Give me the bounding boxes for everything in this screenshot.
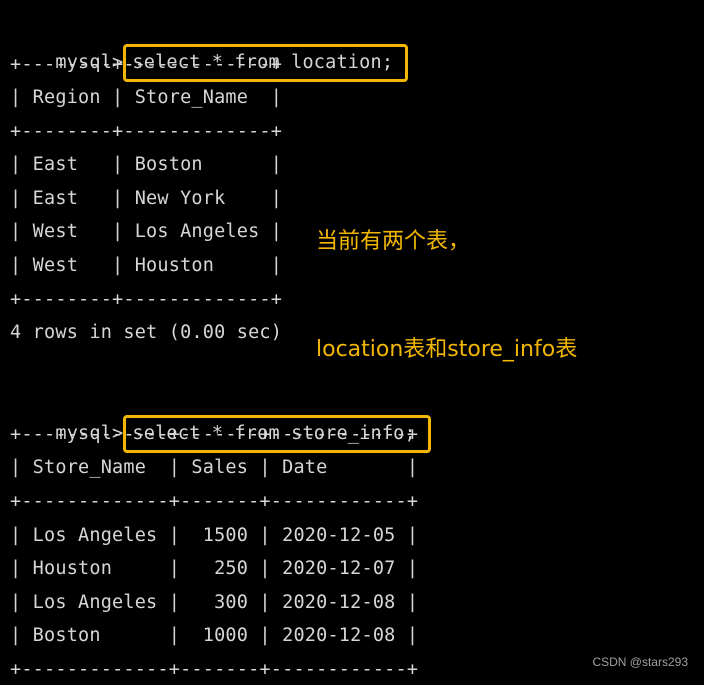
annotation-line-1: 当前有两个表， [316, 229, 471, 254]
table-row: | Houston | 250 | 2020-12-07 | [10, 558, 419, 579]
table-row: | Boston | 1000 | 2020-12-08 | [10, 625, 419, 646]
table-border-mid: +--------+-------------+ [10, 121, 283, 142]
table-row: | East | Boston | [10, 154, 283, 175]
query-summary: 4 rows in set (0.00 sec) [10, 322, 283, 343]
command-line-1: mysql> select * from location; [10, 14, 409, 82]
table-row: | Los Angeles | 1500 | 2020-12-05 | [10, 525, 419, 546]
table-border-top: +--------+-------------+ [10, 54, 283, 75]
table-header: | Region | Store_Name | [10, 87, 283, 108]
annotation-line-2: location表和store_info表 [316, 337, 578, 362]
table-border-bottom: +--------+-------------+ [10, 289, 283, 310]
watermark: CSDN @stars293 [592, 655, 688, 669]
table-border-bottom: +-------------+-------+------------+ [10, 659, 419, 680]
table-row: | Los Angeles | 300 | 2020-12-08 | [10, 592, 419, 613]
table-row: | West | Houston | [10, 255, 283, 276]
table-border-mid: +-------------+-------+------------+ [10, 491, 419, 512]
table-border-top: +-------------+-------+------------+ [10, 424, 419, 445]
annotation-note: 当前有两个表， location表和store_info表 [316, 152, 577, 404]
table-row: | West | Los Angeles | [10, 221, 283, 242]
table-row: | East | New York | [10, 188, 283, 209]
table-header: | Store_Name | Sales | Date | [10, 457, 419, 478]
